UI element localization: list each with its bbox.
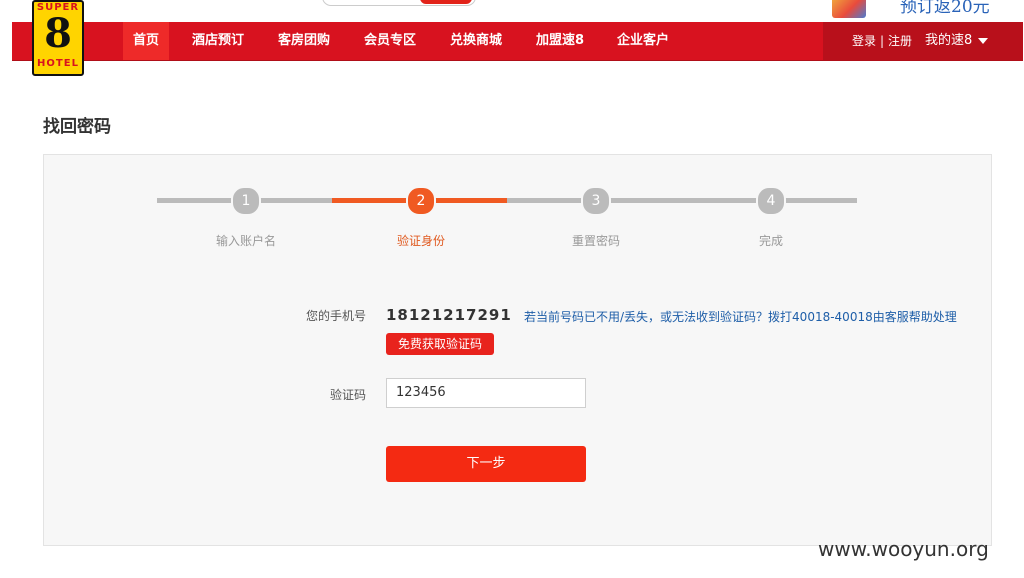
super8-logo[interactable]: SUPER 8 HOTEL <box>32 0 84 76</box>
nav-item-hotel-booking[interactable]: 酒店预订 <box>192 22 244 60</box>
step-2-label: 验证身份 <box>396 234 445 248</box>
get-sms-code-button[interactable]: 免费获取验证码 <box>386 333 494 355</box>
phone-label: 您的手机号 <box>305 309 366 323</box>
login-link[interactable]: 登录 <box>852 22 876 60</box>
next-step-button[interactable]: 下一步 <box>386 446 586 482</box>
register-link[interactable]: 注册 <box>888 22 912 60</box>
logo-eight-text: 8 <box>44 10 72 57</box>
my-account-menu[interactable]: 我的速8 <box>925 22 989 60</box>
nav-separator: | <box>880 34 885 48</box>
main-nav: 首页 酒店预订 客房团购 会员专区 兑换商城 加盟速8 企业客户 登录 | 注册… <box>12 22 1023 61</box>
phone-number: 18121217291 <box>386 306 512 324</box>
nav-item-member-zone[interactable]: 会员专区 <box>364 22 416 60</box>
password-recovery-panel: 1 2 3 4 输入账户名 验证身份 重置密码 完成 您的手机号 1812121… <box>43 154 992 546</box>
page-title: 找回密码 <box>43 117 111 137</box>
top-search-button[interactable] <box>420 0 472 4</box>
nav-item-exchange-mall[interactable]: 兑换商城 <box>450 22 502 60</box>
nav-item-group-buy[interactable]: 客房团购 <box>278 22 330 60</box>
verification-code-input[interactable]: 123456 <box>386 378 586 408</box>
code-label: 验证码 <box>329 388 366 402</box>
nav-item-franchise[interactable]: 加盟速8 <box>536 22 584 60</box>
help-link[interactable]: 若当前号码已不用/丢失，或无法收到验证码？拨打40018-40018由客服帮助处… <box>524 308 957 325</box>
step-3-label: 重置密码 <box>571 234 620 248</box>
step-3-circle: 3 <box>581 186 611 216</box>
watermark: www.wooyun.org <box>818 537 989 561</box>
step-1-label: 输入账户名 <box>215 234 276 248</box>
promo-text: 预订返20元 <box>900 0 990 17</box>
nav-item-home[interactable]: 首页 <box>123 22 170 60</box>
step-1-circle: 1 <box>231 186 261 216</box>
step-4-label: 完成 <box>758 234 783 248</box>
chevron-down-icon <box>978 37 989 44</box>
promo-banner[interactable]: 预订返20元 <box>832 0 1024 18</box>
nav-account-area: 登录 | 注册 我的速8 <box>823 22 1023 60</box>
logo-hotel-text: HOTEL <box>37 58 79 69</box>
step-4-circle: 4 <box>756 186 786 216</box>
step-2-circle: 2 <box>406 186 436 216</box>
my-account-label: 我的速8 <box>925 33 973 48</box>
top-strip: 预订返20元 <box>0 0 1024 22</box>
promo-image <box>832 0 866 18</box>
nav-item-enterprise[interactable]: 企业客户 <box>617 22 669 60</box>
